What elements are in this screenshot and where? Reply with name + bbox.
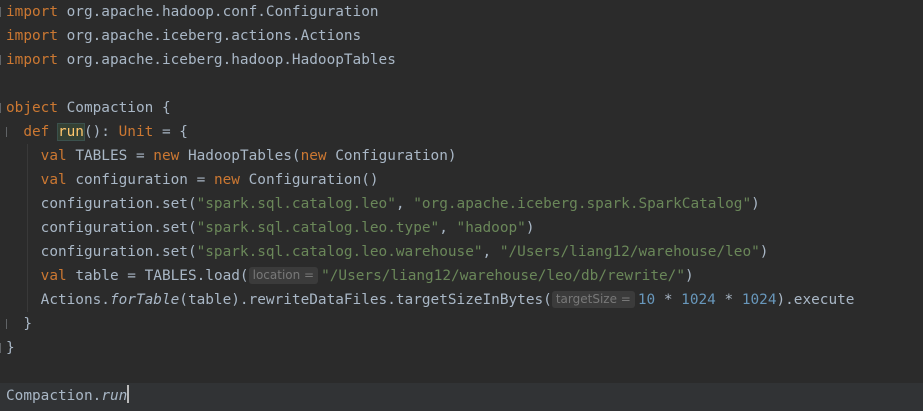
close-brace: } [23, 316, 32, 332]
keyword-def: def [23, 124, 58, 140]
string-literal: "hadoop" [456, 220, 526, 236]
object-name: Compaction { [57, 100, 171, 116]
tables-decl: TABLES = [66, 148, 154, 164]
code-line-import-3: import org.apache.iceberg.hadoop.HadoopT… [0, 48, 923, 72]
code-line-def: def run(): Unit = { [0, 120, 923, 144]
operator: * [715, 292, 742, 308]
keyword-import: import [6, 52, 58, 68]
set-call: configuration.set( [40, 196, 197, 212]
close-brace: } [6, 340, 15, 356]
indent-guide [27, 144, 28, 312]
console-input-line[interactable]: Compaction.run [0, 383, 923, 411]
keyword-object: object [6, 100, 58, 116]
string-literal: "org.apache.iceberg.spark.SparkCatalog" [413, 196, 752, 212]
config-ctor: Configuration() [239, 172, 379, 188]
string-literal: "/Users/liang12/warehouse/leo/db/rewrite… [321, 268, 685, 284]
import-path: org.apache.iceberg.hadoop.HadoopTables [57, 52, 396, 68]
number-literal: 1024 [681, 292, 716, 308]
fold-marker-icon[interactable] [0, 343, 4, 353]
keyword-import: import [6, 4, 58, 20]
string-literal: "spark.sql.catalog.leo" [196, 196, 396, 212]
close-paren: ) [759, 244, 769, 260]
fold-marker-icon[interactable] [6, 127, 10, 137]
number-literal: 10 [637, 292, 656, 308]
code-line-close-def: } [0, 312, 923, 336]
method-for-table: forTable [109, 292, 180, 308]
tables-ctor: HadoopTables( [179, 148, 301, 164]
string-literal: "/Users/liang12/warehouse/leo" [499, 244, 760, 260]
keyword-import: import [6, 28, 58, 44]
tables-ctor-arg: Configuration) [326, 148, 457, 164]
keyword-val: val [40, 148, 67, 164]
code-line-set-2: configuration.set("spark.sql.catalog.leo… [0, 216, 923, 240]
string-literal: "spark.sql.catalog.leo.type" [196, 220, 440, 236]
separator: , [439, 220, 457, 236]
table-decl: table = TABLES.load( [66, 268, 249, 284]
code-line-tables: val TABLES = new HadoopTables(new Config… [0, 144, 923, 168]
code-line-import-1: import org.apache.hadoop.conf.Configurat… [0, 0, 923, 24]
parameter-hint-location: location = [248, 267, 319, 284]
code-line-set-3: configuration.set("spark.sql.catalog.leo… [0, 240, 923, 264]
operator: * [655, 292, 682, 308]
close-paren: ) [684, 268, 694, 284]
parameter-hint-target-size: targetSize = [551, 291, 635, 308]
def-signature: (): [83, 124, 119, 140]
actions-ref: Actions. [40, 292, 110, 308]
import-path: org.apache.hadoop.conf.Configuration [57, 4, 379, 20]
type-unit: Unit [118, 124, 154, 140]
method-name-run: run [57, 124, 84, 140]
fold-marker-icon[interactable] [6, 319, 10, 329]
keyword-val: val [40, 268, 67, 284]
code-line-actions: Actions.forTable(table).rewriteDataFiles… [0, 288, 923, 312]
keyword-new: new [153, 148, 180, 164]
code-line-table-load: val table = TABLES.load(location = "/User… [0, 264, 923, 288]
def-signature-end: = { [153, 124, 188, 140]
config-decl: configuration = [66, 172, 214, 188]
code-editor[interactable]: import org.apache.hadoop.conf.Configurat… [0, 0, 923, 411]
console-method: run [101, 388, 128, 404]
keyword-new: new [300, 148, 327, 164]
set-call: configuration.set( [40, 220, 197, 236]
actions-chain: (table).rewriteDataFiles.targetSizeInByt… [179, 292, 552, 308]
close-paren: ) [525, 220, 535, 236]
separator: , [482, 244, 500, 260]
import-path: org.apache.iceberg.actions.Actions [57, 28, 362, 44]
code-line-object: object Compaction { [0, 96, 923, 120]
fold-marker-icon[interactable] [0, 55, 4, 65]
code-line-close-object: } [0, 336, 923, 360]
keyword-new: new [213, 172, 240, 188]
number-literal: 1024 [741, 292, 777, 308]
text-caret [127, 385, 130, 403]
code-line-import-2: import org.apache.iceberg.actions.Action… [0, 24, 923, 48]
separator: , [395, 196, 414, 212]
close-paren: ) [751, 196, 760, 212]
fold-marker-icon[interactable] [0, 7, 4, 17]
fold-marker-icon[interactable] [0, 103, 4, 113]
code-area[interactable]: import org.apache.hadoop.conf.Configurat… [0, 0, 923, 360]
code-line-set-1: configuration.set("spark.sql.catalog.leo… [0, 192, 923, 216]
string-literal: "spark.sql.catalog.leo.warehouse" [196, 244, 483, 260]
actions-execute: ).execute [776, 292, 855, 308]
console-text: Compaction. [6, 388, 102, 404]
keyword-val: val [40, 172, 67, 188]
code-line-configuration: val configuration = new Configuration() [0, 168, 923, 192]
set-call: configuration.set( [40, 244, 197, 260]
